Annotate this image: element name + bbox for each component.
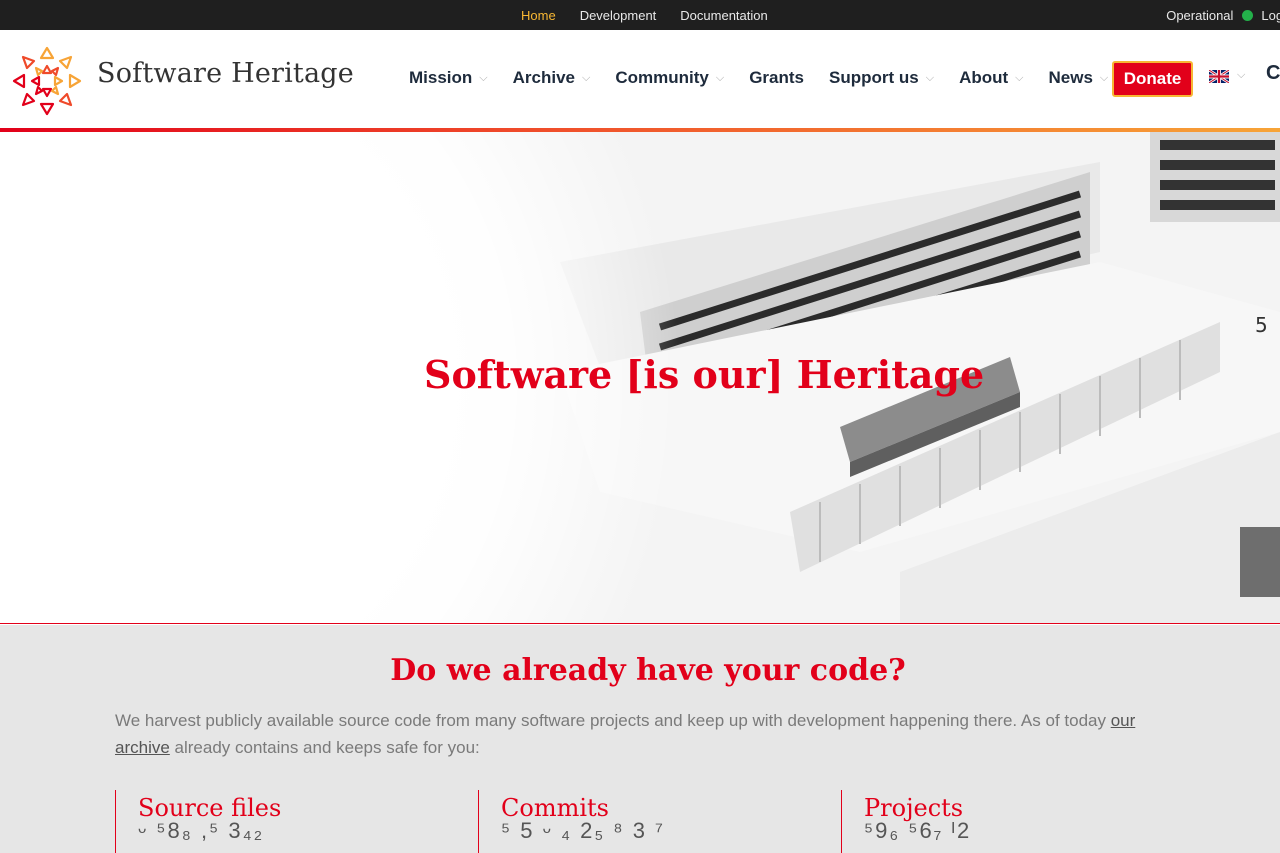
chevron-down-icon: ⌵ [925, 71, 935, 84]
nav-grants[interactable]: Grants [749, 68, 804, 88]
chevron-down-icon: ⌵ [479, 71, 488, 84]
uk-flag-icon[interactable] [1209, 70, 1229, 83]
nav-archive[interactable]: Archive ⌵ [513, 68, 591, 88]
section-text-before: We harvest publicly available source cod… [115, 711, 1111, 730]
nav-news[interactable]: News ⌵ [1049, 68, 1109, 88]
section-text: We harvest publicly available source cod… [115, 707, 1155, 761]
nav-label: Mission [409, 68, 473, 87]
nav-community[interactable]: Community ⌵ [615, 68, 724, 88]
top-nav: Home Development Documentation [521, 0, 792, 30]
hero-title: Software [is our] Heritage [424, 352, 985, 397]
top-link-home[interactable]: Home [521, 8, 556, 23]
section-title: Do we already have your code? [390, 653, 906, 688]
nav-label: About [959, 68, 1009, 87]
stat-counter: ⁵9₆ ⁵6₇ ᴵ2 [864, 818, 972, 843]
stat-commits: Commits ⁵ 5 ᵕ ₄ 2₅ ⁸ 3 ⁷ [478, 790, 818, 853]
chevron-down-icon: ⌵ [1015, 71, 1024, 84]
donate-button[interactable]: Donate [1112, 61, 1193, 97]
brand-name[interactable]: Software Heritage [97, 58, 354, 89]
chevron-down-icon[interactable]: ⌵ [1237, 69, 1245, 82]
chevron-down-icon: ⌵ [1099, 71, 1109, 84]
nav-label: Archive [512, 68, 576, 87]
section-text-after: already contains and keeps safe for you: [169, 738, 480, 757]
chevron-down-icon: ⌵ [582, 71, 591, 84]
status-area: Operational Logi [1166, 0, 1280, 30]
top-link-documentation[interactable]: Documentation [680, 8, 767, 23]
software-heritage-logo-icon[interactable] [10, 44, 84, 118]
nav-mission[interactable]: Mission ⌵ [409, 68, 488, 88]
status-label[interactable]: Operational [1166, 8, 1233, 23]
chevron-down-icon: ⌵ [715, 71, 725, 84]
hero-banner: 5 Software [is our] Heritage [0, 132, 1280, 624]
nav-label: Grants [749, 68, 804, 87]
stat-counter: ᵕ ⁵8₈ ,⁵ 3₄₂ [138, 818, 265, 843]
nav-label: Support us [829, 68, 919, 87]
nav-support-us[interactable]: Support us ⌵ [829, 68, 934, 88]
login-link[interactable]: Logi [1261, 8, 1280, 23]
nav-label: Community [615, 68, 709, 87]
stat-projects: Projects ⁵9₆ ⁵6₇ ᴵ2 [841, 790, 1181, 853]
top-link-development[interactable]: Development [580, 8, 657, 23]
nav-label: News [1048, 68, 1093, 87]
search-icon[interactable]: C [1266, 62, 1280, 85]
stat-source-files: Source files ᵕ ⁵8₈ ,⁵ 3₄₂ [115, 790, 455, 853]
status-dot-icon [1242, 9, 1254, 21]
stat-counter: ⁵ 5 ᵕ ₄ 2₅ ⁸ 3 ⁷ [501, 818, 665, 843]
nav-about[interactable]: About ⌵ [959, 68, 1023, 88]
main-nav: Mission ⌵ Archive ⌵ Community ⌵ Grants Supp… [409, 60, 1133, 96]
